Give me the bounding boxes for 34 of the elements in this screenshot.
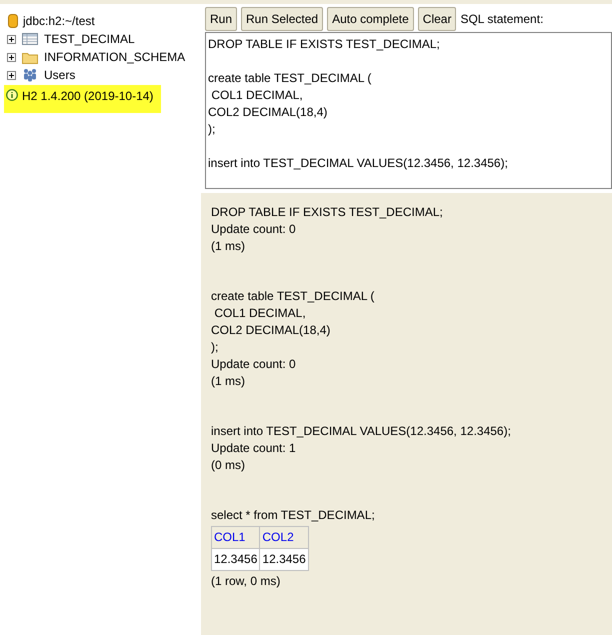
result-statement: DROP TABLE IF EXISTS TEST_DECIMAL; (211, 204, 444, 221)
expand-icon[interactable] (7, 34, 16, 44)
result-line: (1 ms) (211, 238, 246, 255)
users-icon (22, 68, 38, 82)
folder-icon (22, 50, 38, 64)
result-line: (0 ms) (211, 457, 246, 474)
sql-editor-field[interactable]: DROP TABLE IF EXISTS TEST_DECIMAL; create table TEST_DECIMAL ( COL1 DECIMAL, COL2 DECIMAL(18,4) ); insert into TEST_DECIMAL VALUES(12.3456, 12.3456); (205, 32, 612, 189)
expand-icon[interactable] (7, 70, 16, 80)
table-cell: 12.3456 (260, 548, 308, 570)
connection-label[interactable]: jdbc:h2:~/test (23, 12, 95, 30)
table-icon (22, 33, 38, 45)
column-header: COL2 (260, 526, 308, 548)
tree-item[interactable]: TEST_DECIMAL (44, 30, 135, 48)
tree-item[interactable]: INFORMATION_SCHEMA (44, 48, 186, 66)
toolbar-button[interactable]: Clear (418, 7, 456, 31)
result-line: Update count: 0 (211, 356, 297, 373)
table-cell: 12.3456 (212, 548, 260, 570)
result-statement: insert into TEST_DECIMAL VALUES(12.3456, 12.3456); (211, 423, 512, 440)
info-icon (6, 89, 18, 101)
version-banner: H2 1.4.200 (2019-10-14) (4, 85, 161, 113)
result-statement: select * from TEST_DECIMAL; (211, 507, 376, 524)
toolbar-button[interactable]: Run Selected (241, 7, 324, 31)
result-line: (1 row, 0 ms) (211, 573, 282, 590)
result-statement: create table TEST_DECIMAL ( COL1 DECIMAL, COL2 DECIMAL(18,4) ); (211, 288, 376, 356)
toolbar-button[interactable]: Auto complete (327, 7, 414, 31)
result-line: (1 ms) (211, 373, 246, 390)
tree-item[interactable]: Users (44, 66, 76, 84)
result-line: Update count: 0 (211, 221, 297, 238)
column-header: COL1 (212, 526, 260, 548)
sql-statement-label: SQL statement: (460, 11, 544, 28)
database-icon (8, 14, 18, 28)
result-line: Update count: 1 (211, 440, 297, 457)
toolbar-button[interactable]: Run (205, 7, 238, 31)
expand-icon[interactable] (7, 52, 16, 62)
